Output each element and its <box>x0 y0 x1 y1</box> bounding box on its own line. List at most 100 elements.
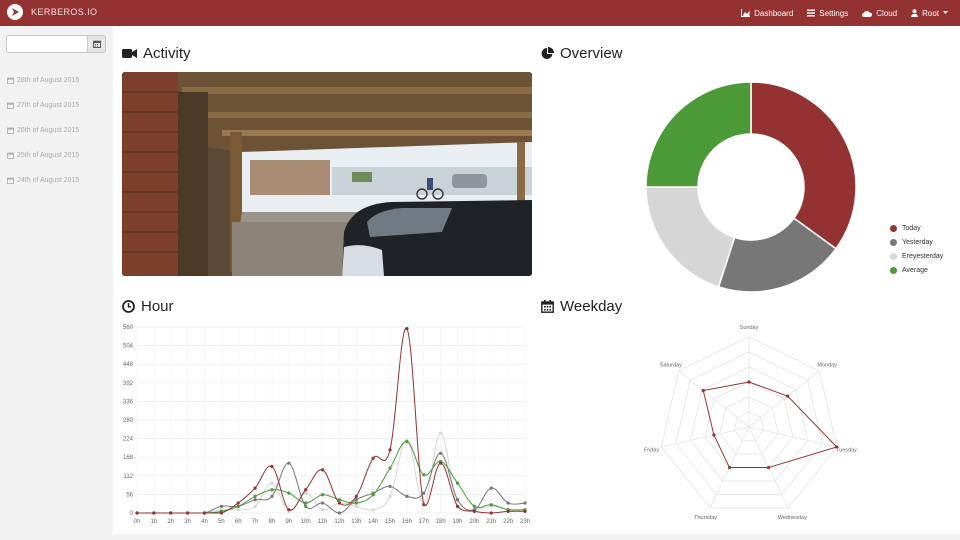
data-point <box>287 461 291 465</box>
data-point <box>186 511 190 515</box>
pie-slice-average <box>645 81 752 188</box>
nav-user-label: Root <box>922 8 939 18</box>
weekday-heading: Weekday <box>541 298 622 315</box>
data-point <box>253 498 257 502</box>
caret-down-icon <box>943 11 948 14</box>
y-tick-label: 560 <box>123 325 134 331</box>
radar-point <box>766 465 771 470</box>
data-point <box>320 468 325 472</box>
day-item[interactable]: 27th of August 2015 <box>7 93 79 118</box>
calendar-icon <box>541 300 554 313</box>
radar-axis <box>678 370 750 428</box>
x-tick-label: 0h <box>134 519 141 525</box>
data-point <box>422 491 426 495</box>
data-point <box>152 511 156 515</box>
data-point <box>422 473 426 477</box>
data-point <box>388 494 392 498</box>
legend-label: Yesterday <box>902 238 933 246</box>
data-point <box>354 501 358 505</box>
radar-axis <box>748 426 837 448</box>
legend-swatch <box>890 266 897 274</box>
data-point <box>236 504 240 508</box>
series-line-yesterday <box>137 452 526 514</box>
x-tick-label: 2h <box>167 519 174 525</box>
nav-cloud-link[interactable]: Cloud <box>862 9 897 18</box>
legend-label: Ereyesterday <box>902 252 944 260</box>
nav-links: Dashboard Settings Cloud Root <box>741 0 948 26</box>
cloud-icon <box>862 10 873 17</box>
data-point <box>439 451 443 455</box>
x-tick-label: 10h <box>301 519 311 525</box>
day-item[interactable]: 26th of August 2015 <box>7 118 79 143</box>
nav-cloud-label: Cloud <box>876 8 898 18</box>
legend-swatch <box>890 224 897 232</box>
data-point <box>304 501 308 505</box>
legend-label: Today <box>902 224 921 232</box>
data-point <box>439 431 443 435</box>
overview-heading: Overview <box>541 45 623 62</box>
kerberos-logo-icon <box>7 4 23 20</box>
nav-user-menu[interactable]: Root <box>911 9 948 18</box>
day-label: 27th of August 2015 <box>17 102 80 109</box>
data-point <box>523 509 527 513</box>
data-point <box>354 494 358 498</box>
data-point <box>506 509 510 513</box>
data-point <box>489 511 493 515</box>
data-point <box>489 486 493 490</box>
nav-dashboard-link[interactable]: Dashboard <box>741 9 793 18</box>
pie-chart-icon <box>541 47 554 59</box>
legend-item: Average <box>890 263 943 277</box>
data-point <box>320 501 325 505</box>
radar-axis-label: Saturday <box>660 363 682 369</box>
data-point <box>169 511 173 515</box>
day-label: 25th of August 2015 <box>17 152 80 159</box>
x-tick-label: 9h <box>285 519 292 525</box>
data-point <box>337 501 342 505</box>
data-point <box>523 501 527 505</box>
x-tick-label: 3h <box>184 519 191 525</box>
calendar-icon <box>7 127 14 134</box>
date-input[interactable] <box>6 35 88 53</box>
day-item[interactable]: 24th of August 2015 <box>7 168 79 193</box>
data-point <box>371 493 375 497</box>
data-point <box>388 484 392 489</box>
data-point <box>472 509 476 513</box>
y-tick-label: 280 <box>123 418 134 424</box>
date-picker <box>6 35 106 53</box>
data-point <box>287 508 291 512</box>
x-tick-label: 16h <box>402 519 412 525</box>
data-point <box>135 511 139 515</box>
calendar-icon <box>7 77 14 84</box>
data-point <box>405 439 409 444</box>
hour-title: Hour <box>141 298 174 315</box>
data-point <box>304 504 308 508</box>
y-tick-label: 504 <box>123 344 134 350</box>
user-icon <box>911 9 919 17</box>
radar-series-today <box>702 381 838 469</box>
data-point <box>304 488 308 492</box>
nav-settings-link[interactable]: Settings <box>807 9 848 18</box>
y-tick-label: 224 <box>123 437 134 443</box>
y-tick-label: 168 <box>123 455 134 461</box>
brand[interactable]: KERBEROS.IO <box>7 4 97 20</box>
data-point <box>439 461 443 465</box>
series-line-ereyesterday <box>137 432 526 514</box>
x-tick-label: 17h <box>419 519 429 525</box>
data-point <box>388 466 392 470</box>
day-item[interactable]: 28th of August 2015 <box>7 68 79 93</box>
x-tick-label: 12h <box>334 519 344 525</box>
main-content: Activity Overview Today Yesterday Ereyes… <box>113 26 960 534</box>
calendar-button[interactable] <box>88 35 106 53</box>
activity-heading: Activity <box>122 45 191 62</box>
activity-snapshot-image[interactable] <box>122 72 532 276</box>
nav-dashboard-label: Dashboard <box>754 8 794 18</box>
day-item[interactable]: 25th of August 2015 <box>7 143 79 168</box>
data-point <box>320 493 325 497</box>
x-tick-label: 4h <box>201 519 208 525</box>
y-tick-label: 112 <box>123 474 133 480</box>
x-tick-label: 18h <box>436 519 446 525</box>
radar-axis-label: Wednesday <box>778 515 807 521</box>
x-tick-label: 7h <box>252 519 259 525</box>
x-tick-label: 8h <box>269 519 276 525</box>
data-point <box>371 456 375 460</box>
